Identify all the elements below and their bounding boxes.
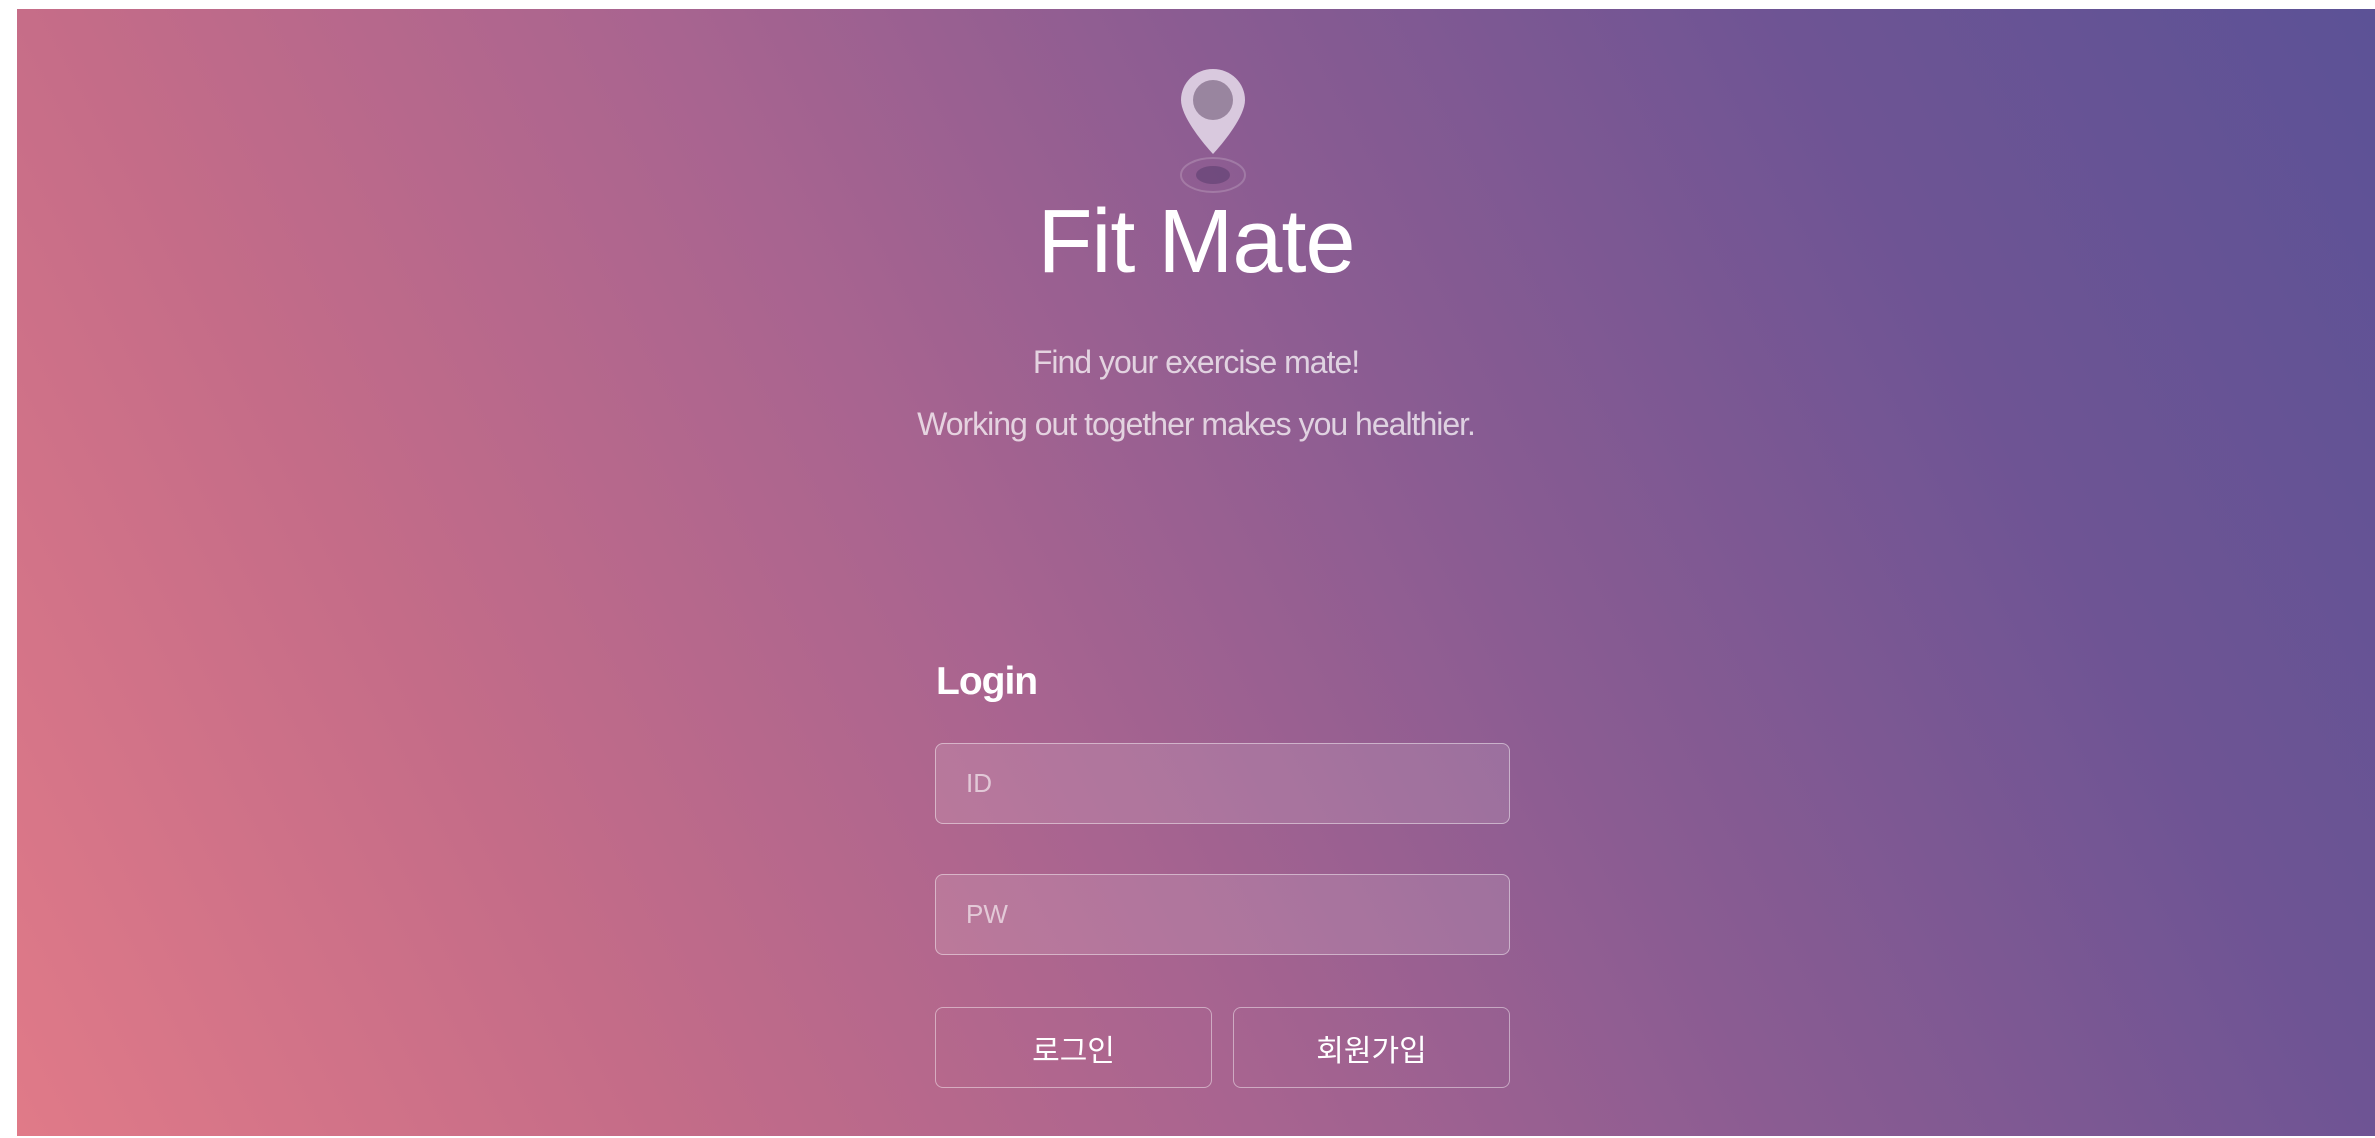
login-button[interactable]: 로그인 <box>935 1007 1212 1088</box>
login-page: Fit Mate Find your exercise mate! Workin… <box>17 9 2375 1136</box>
id-input[interactable] <box>935 743 1510 824</box>
app-title: Fit Mate <box>1037 192 1355 292</box>
login-heading: Login <box>936 660 1038 703</box>
signup-button[interactable]: 회원가입 <box>1233 1007 1510 1088</box>
location-pin-icon <box>1177 66 1249 196</box>
tagline-line-1: Find your exercise mate! <box>1032 344 1360 380</box>
password-input[interactable] <box>935 874 1510 955</box>
tagline-line-2: Working out together makes you healthier… <box>917 406 1476 442</box>
